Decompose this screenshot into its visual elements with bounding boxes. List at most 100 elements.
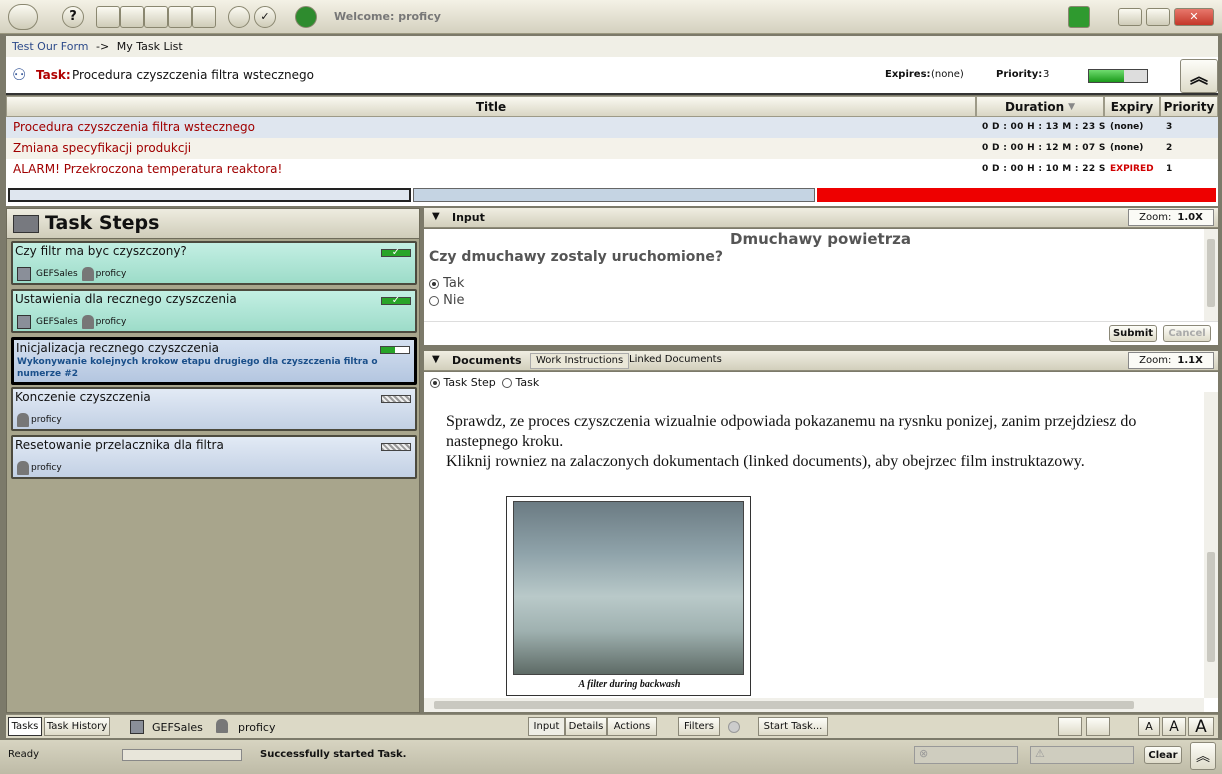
step-assignees: proficy — [17, 413, 62, 427]
task-progress-bar — [1088, 69, 1148, 83]
step-group-label: GEFSales — [36, 317, 78, 327]
layout-icon-5[interactable] — [192, 6, 216, 28]
tab-work-instructions[interactable]: Work Instructions — [530, 353, 630, 369]
step-user-label: proficy — [31, 463, 62, 473]
step-assignees: GEFSales proficy — [17, 267, 126, 281]
documents-vscrollbar[interactable] — [1204, 392, 1218, 698]
row-expiry: EXPIRED — [1110, 164, 1154, 174]
priority-color-bar — [6, 188, 1218, 202]
task-step[interactable]: Resetowanie przelacznika dla filtra prof… — [11, 435, 417, 479]
steps-icon — [13, 215, 39, 233]
layout-icon-2[interactable] — [120, 6, 144, 28]
step-pending-bar — [381, 443, 411, 451]
maximize-icon[interactable] — [1146, 8, 1170, 26]
input-scrollbar[interactable] — [1204, 229, 1218, 321]
radio-task[interactable] — [502, 378, 512, 388]
filters-button[interactable]: Filters — [678, 717, 720, 736]
option-tak[interactable]: Tak — [429, 276, 464, 291]
radio-task-step[interactable] — [430, 378, 440, 388]
clear-button[interactable]: Clear — [1144, 746, 1182, 764]
trash-icon[interactable] — [1068, 6, 1090, 28]
input-heading: Dmuchawy powietrza — [730, 230, 911, 248]
option-tak-label: Tak — [443, 276, 465, 291]
zoom-value: 1.1X — [1177, 355, 1203, 366]
menu-icon[interactable] — [8, 4, 38, 30]
row-duration: 0 D : 00 H : 10 M : 22 S — [982, 164, 1106, 174]
scope-task-step[interactable]: Task Step — [430, 376, 496, 389]
welcome-text: Welcome: proficy — [334, 10, 441, 23]
row-priority: 1 — [1166, 164, 1173, 174]
scroll-thumb[interactable] — [434, 701, 1134, 709]
table-row[interactable]: Procedura czyszczenia filtra wstecznego … — [6, 117, 1218, 138]
column-expiry[interactable]: Expiry — [1104, 96, 1160, 117]
view-input-button[interactable]: Input — [528, 717, 565, 736]
layout-icon-1[interactable] — [96, 6, 120, 28]
expand-status-button[interactable]: ︽ — [1190, 742, 1216, 770]
collapse-triangle-icon[interactable]: ▼ — [432, 354, 440, 365]
scope-task[interactable]: Task — [502, 376, 539, 389]
step-name: Czy filtr ma byc czyszczony? — [15, 244, 187, 258]
row-title: Zmiana specyfikacji produkcji — [13, 141, 192, 155]
layout-side-icon[interactable] — [1086, 717, 1110, 736]
task-step-active[interactable]: Inicjalizacja recznego czyszczenia Wykon… — [11, 337, 417, 385]
input-zoom[interactable]: Zoom: 1.0X — [1128, 209, 1214, 226]
check-icon[interactable]: ✓ — [254, 6, 276, 28]
view-actions-button[interactable]: Actions — [607, 717, 657, 736]
column-priority[interactable]: Priority — [1160, 96, 1218, 117]
tab-tasks[interactable]: Tasks — [8, 717, 42, 736]
warning-indicator: ⚠ — [1030, 746, 1134, 764]
breadcrumb-form-link[interactable]: Test Our Form — [12, 40, 89, 53]
step-name: Ustawienia dla recznego czyszczenia — [15, 292, 237, 306]
layout-split-icon[interactable] — [1058, 717, 1082, 736]
row-expiry: (none) — [1110, 122, 1144, 132]
step-pending-bar — [381, 395, 411, 403]
step-assignees: GEFSales proficy — [17, 315, 126, 329]
layout-icon-4[interactable] — [168, 6, 192, 28]
minimize-icon[interactable] — [1118, 8, 1142, 26]
tab-task-history[interactable]: Task History — [44, 717, 110, 736]
submit-button[interactable]: Submit — [1109, 325, 1157, 342]
step-user-label: proficy — [31, 415, 62, 425]
top-toolbar: ? ✓ Welcome: proficy ✕ — [0, 0, 1222, 34]
column-title[interactable]: Title — [6, 96, 976, 117]
radio-nie[interactable] — [429, 295, 439, 306]
step-name: Resetowanie przelacznika dla filtra — [15, 438, 224, 452]
tab-linked-documents[interactable]: Linked Documents — [624, 353, 727, 369]
documents-zoom[interactable]: Zoom: 1.1X — [1128, 352, 1214, 369]
task-steps-panel: Task Steps Czy filtr ma byc czyszczony? … — [6, 208, 420, 713]
bottom-tab-bar: Tasks Task History GEFSales proficy Inpu… — [6, 714, 1218, 738]
step-user: proficy — [81, 315, 127, 329]
scroll-thumb[interactable] — [1207, 552, 1215, 662]
documents-hscrollbar[interactable] — [424, 698, 1204, 712]
task-step[interactable]: Czy filtr ma byc czyszczony? ✓ GEFSales … — [11, 241, 417, 285]
input-panel-title: Input — [452, 211, 485, 224]
scroll-thumb[interactable] — [1207, 239, 1215, 307]
table-row[interactable]: Zmiana specyfikacji produkcji 0 D : 00 H… — [6, 138, 1218, 159]
bottom-user-label: proficy — [238, 721, 276, 734]
collapse-up-button[interactable]: ︽ — [1180, 59, 1218, 93]
view-details-button[interactable]: Details — [565, 717, 607, 736]
status-bar: Ready Successfully started Task. ⊗ ⚠ Cle… — [0, 740, 1222, 774]
task-step[interactable]: Konczenie czyszczenia proficy — [11, 387, 417, 431]
start-task-button[interactable]: Start Task... — [758, 717, 828, 736]
user-icon — [81, 315, 94, 329]
user-status-icon[interactable] — [295, 6, 317, 28]
zoom-label: Zoom: — [1139, 355, 1172, 366]
close-icon[interactable]: ✕ — [1174, 8, 1214, 26]
radio-tak[interactable] — [429, 278, 439, 289]
layout-icon-3[interactable] — [144, 6, 168, 28]
cancel-button[interactable]: Cancel — [1163, 325, 1211, 342]
table-row[interactable]: ALARM! Przekroczona temperatura reaktora… — [6, 159, 1218, 180]
step-user: proficy — [81, 267, 126, 281]
step-user-label: proficy — [95, 317, 127, 327]
collapse-triangle-icon[interactable]: ▼ — [432, 211, 440, 222]
option-nie[interactable]: Nie — [429, 293, 464, 308]
font-large-button[interactable]: A — [1188, 717, 1214, 737]
scope-task-step-label: Task Step — [443, 376, 496, 389]
globe-icon[interactable] — [228, 6, 250, 28]
task-step[interactable]: Ustawienia dla recznego czyszczenia ✓ GE… — [11, 289, 417, 333]
font-small-button[interactable]: A — [1138, 717, 1160, 736]
column-duration[interactable]: Duration ▼ — [976, 96, 1104, 117]
help-icon[interactable]: ? — [62, 6, 84, 28]
font-medium-button[interactable]: A — [1162, 717, 1186, 736]
